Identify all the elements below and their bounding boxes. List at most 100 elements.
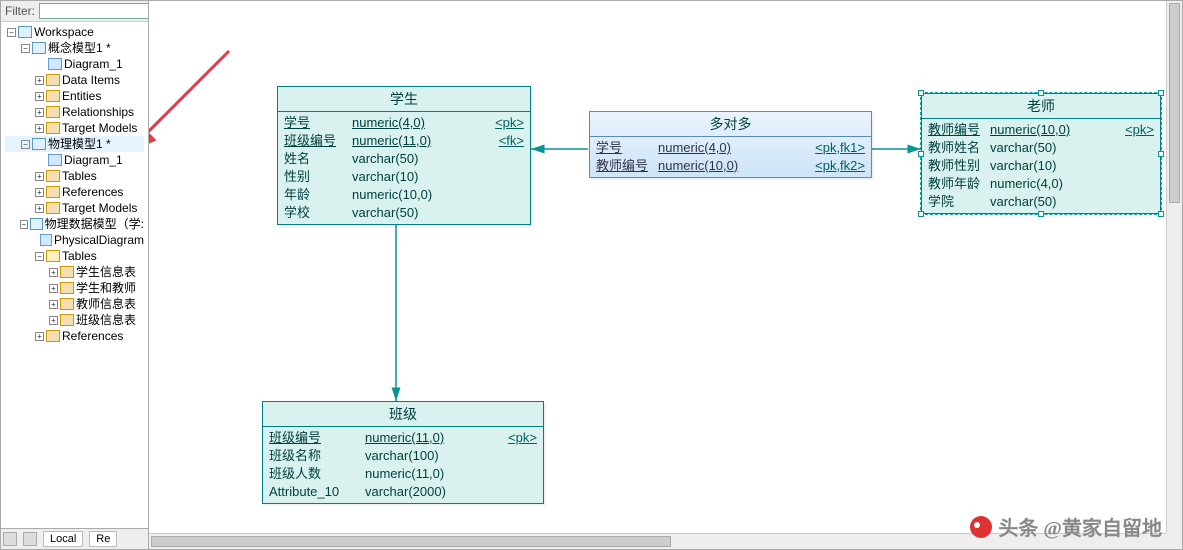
model-icon <box>18 26 32 38</box>
column-row: 性别varchar(10) <box>284 168 524 186</box>
refresh-icon[interactable] <box>3 532 17 546</box>
tree-label: Diagram_1 <box>64 56 123 72</box>
expand-icon[interactable]: + <box>35 76 44 85</box>
entity-rows: 学号numeric(4,0)<pk>班级编号numeric(11,0)<fk>姓… <box>278 112 530 224</box>
entity-title: 班级 <box>263 402 543 427</box>
tree-label: Workspace <box>34 24 94 40</box>
tree-node[interactable]: + Target Models <box>5 120 144 136</box>
tree-node[interactable]: − 物理模型1 * <box>5 136 144 152</box>
model-icon <box>32 138 46 150</box>
tree-label: 概念模型1 * <box>48 40 111 56</box>
folder-icon <box>46 90 60 102</box>
column-row: 学院varchar(50) <box>928 193 1154 211</box>
diagram-canvas[interactable]: 学生 学号numeric(4,0)<pk>班级编号numeric(11,0)<f… <box>149 1 1166 533</box>
expand-icon[interactable]: + <box>49 284 58 293</box>
column-row: 教师编号numeric(10,0)<pk> <box>928 121 1154 139</box>
folder-icon <box>60 298 74 310</box>
tree-label: References <box>62 184 123 200</box>
tree-node[interactable]: + Target Models <box>5 200 144 216</box>
entity-title: 多对多 <box>590 112 871 137</box>
sidebar-bottom-tabs: Local Re <box>1 528 148 549</box>
column-row: 学号numeric(4,0)<pk> <box>284 114 524 132</box>
tree-node[interactable]: PhysicalDiagram <box>5 232 144 248</box>
folder-icon <box>46 122 60 134</box>
column-row: 教师姓名varchar(50) <box>928 139 1154 157</box>
tree-node[interactable]: + Data Items <box>5 72 144 88</box>
tree-label: Tables <box>62 168 97 184</box>
diagram-icon <box>48 154 62 166</box>
entity-assoc[interactable]: 多对多 学号numeric(4,0)<pk,fk1>教师编号numeric(10… <box>589 111 872 178</box>
column-row: 年龄numeric(10,0) <box>284 186 524 204</box>
entity-student[interactable]: 学生 学号numeric(4,0)<pk>班级编号numeric(11,0)<f… <box>277 86 531 225</box>
column-row: 学号numeric(4,0)<pk,fk1> <box>596 139 865 157</box>
tree-node[interactable]: + Relationships <box>5 104 144 120</box>
sidebar: Filter: − Workspace− 概念模型1 * Diagram_1+ … <box>1 1 149 549</box>
tree-node[interactable]: − 概念模型1 * <box>5 40 144 56</box>
entity-teacher[interactable]: 老师 教师编号numeric(10,0)<pk>教师姓名varchar(50)教… <box>921 93 1161 214</box>
expand-icon[interactable]: + <box>35 108 44 117</box>
expand-icon[interactable]: + <box>49 268 58 277</box>
tree-node[interactable]: + 学生和教师 <box>5 280 144 296</box>
object-tree[interactable]: − Workspace− 概念模型1 * Diagram_1+ Data Ite… <box>1 22 148 528</box>
tree-node[interactable]: + References <box>5 184 144 200</box>
expand-icon[interactable]: + <box>35 172 44 181</box>
tree-node[interactable]: + 学生信息表 <box>5 264 144 280</box>
tree-node[interactable]: + Tables <box>5 168 144 184</box>
tree-label: Entities <box>62 88 101 104</box>
filter-label: Filter: <box>5 4 35 18</box>
filter-input[interactable] <box>39 3 149 19</box>
column-row: 班级编号numeric(11,0)<pk> <box>269 429 537 447</box>
tree-node[interactable]: + 教师信息表 <box>5 296 144 312</box>
watermark-text: 头条 @黄家自留地 <box>998 512 1162 541</box>
tree-node[interactable]: Diagram_1 <box>5 56 144 72</box>
tree-label: 物理模型1 * <box>48 136 111 152</box>
folder-icon <box>46 202 60 214</box>
expand-icon[interactable]: + <box>35 124 44 133</box>
watermark-logo-icon <box>970 516 992 538</box>
diagram-icon <box>48 58 62 70</box>
collapse-icon[interactable]: − <box>35 252 44 261</box>
column-row: 班级名称varchar(100) <box>269 447 537 465</box>
scrollbar-corner <box>1166 533 1182 549</box>
vertical-scrollbar[interactable] <box>1166 1 1182 533</box>
tree-label: 学生和教师 <box>76 280 136 296</box>
collapse-icon[interactable]: − <box>7 28 16 37</box>
collapse-icon[interactable]: − <box>21 44 30 53</box>
entity-class[interactable]: 班级 班级编号numeric(11,0)<pk>班级名称varchar(100)… <box>262 401 544 504</box>
tree-label: Target Models <box>62 120 137 136</box>
column-row: 教师性别varchar(10) <box>928 157 1154 175</box>
tree-label: Relationships <box>62 104 134 120</box>
entity-rows: 学号numeric(4,0)<pk,fk1>教师编号numeric(10,0)<… <box>590 137 871 177</box>
folder-open-icon <box>46 250 60 262</box>
expand-icon[interactable]: + <box>35 92 44 101</box>
tree-node[interactable]: − 物理数据模型（学: <box>5 216 144 232</box>
expand-icon[interactable]: + <box>35 332 44 341</box>
folder-icon <box>60 266 74 278</box>
tree-node[interactable]: − Workspace <box>5 24 144 40</box>
expand-icon[interactable]: + <box>49 300 58 309</box>
tree-node[interactable]: + References <box>5 328 144 344</box>
tab-local[interactable]: Local <box>43 531 83 547</box>
entity-title: 学生 <box>278 87 530 112</box>
tree-node[interactable]: − Tables <box>5 248 144 264</box>
tree-node[interactable]: + Entities <box>5 88 144 104</box>
tree-node[interactable]: Diagram_1 <box>5 152 144 168</box>
diagram-icon <box>40 234 52 246</box>
entity-title: 老师 <box>922 94 1160 119</box>
canvas-wrap: 学生 学号numeric(4,0)<pk>班级编号numeric(11,0)<f… <box>149 1 1182 549</box>
column-row: 学校varchar(50) <box>284 204 524 222</box>
tab-repository[interactable]: Re <box>89 531 117 547</box>
view-icon[interactable] <box>23 532 37 546</box>
tree-label: Tables <box>62 248 97 264</box>
tree-label: Target Models <box>62 200 137 216</box>
expand-icon[interactable]: + <box>35 188 44 197</box>
collapse-icon[interactable]: − <box>21 140 30 149</box>
tree-label: 学生信息表 <box>76 264 136 280</box>
expand-icon[interactable]: + <box>35 204 44 213</box>
collapse-icon[interactable]: − <box>20 220 28 229</box>
column-row: 班级编号numeric(11,0)<fk> <box>284 132 524 150</box>
expand-icon[interactable]: + <box>49 316 58 325</box>
entity-rows: 班级编号numeric(11,0)<pk>班级名称varchar(100)班级人… <box>263 427 543 503</box>
column-row: 姓名varchar(50) <box>284 150 524 168</box>
tree-node[interactable]: + 班级信息表 <box>5 312 144 328</box>
